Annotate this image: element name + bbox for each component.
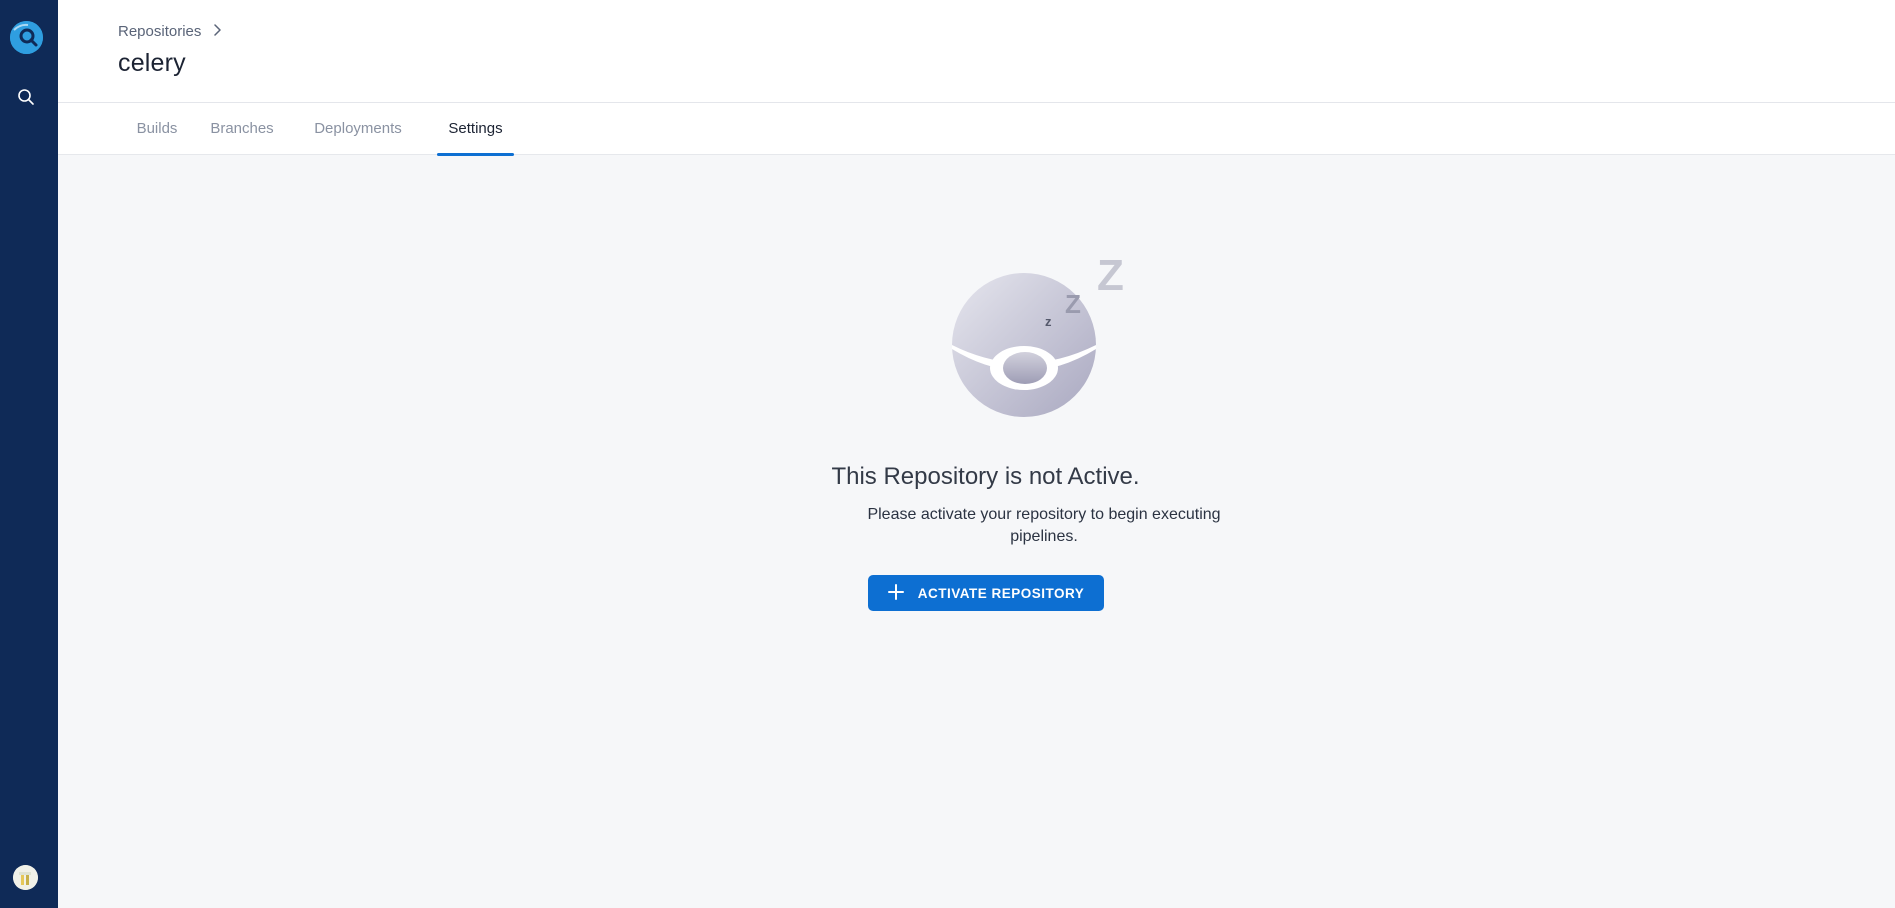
tab-branches[interactable]: Branches [206, 103, 278, 155]
svg-text:Z: Z [1065, 289, 1081, 319]
app-logo-icon[interactable] [10, 21, 43, 54]
tab-builds[interactable]: Builds [127, 103, 187, 155]
tab-label: Branches [210, 120, 274, 137]
plus-icon [887, 583, 904, 603]
sleeping-icon: z Z Z [944, 251, 1140, 430]
page-header: Repositories celery [58, 0, 1895, 103]
chevron-right-icon [213, 23, 222, 40]
tab-bar: Builds Branches Deployments Settings [58, 103, 1895, 156]
activate-repository-label: ACTIVATE REPOSITORY [917, 585, 1085, 601]
breadcrumb: Repositories [118, 23, 222, 40]
search-icon[interactable] [17, 88, 35, 106]
tab-label: Settings [448, 120, 503, 137]
page-title: celery [118, 49, 186, 77]
empty-state-title: This Repository is not Active. [831, 463, 1140, 490]
tab-label: Deployments [314, 120, 402, 137]
svg-text:z: z [1045, 314, 1052, 329]
activate-repository-button[interactable]: ACTIVATE REPOSITORY [868, 575, 1104, 611]
tab-settings[interactable]: Settings [437, 103, 514, 156]
empty-state-description: Please activate your repository to begin… [867, 506, 1221, 545]
user-avatar[interactable] [13, 865, 38, 890]
empty-state: z Z Z This Repository is not Active. Ple… [58, 155, 1895, 908]
sidebar [0, 0, 58, 908]
tab-deployments[interactable]: Deployments [310, 103, 406, 155]
tab-label: Builds [136, 120, 178, 137]
breadcrumb-repositories-link[interactable]: Repositories [118, 23, 201, 40]
svg-text:Z: Z [1097, 253, 1124, 300]
